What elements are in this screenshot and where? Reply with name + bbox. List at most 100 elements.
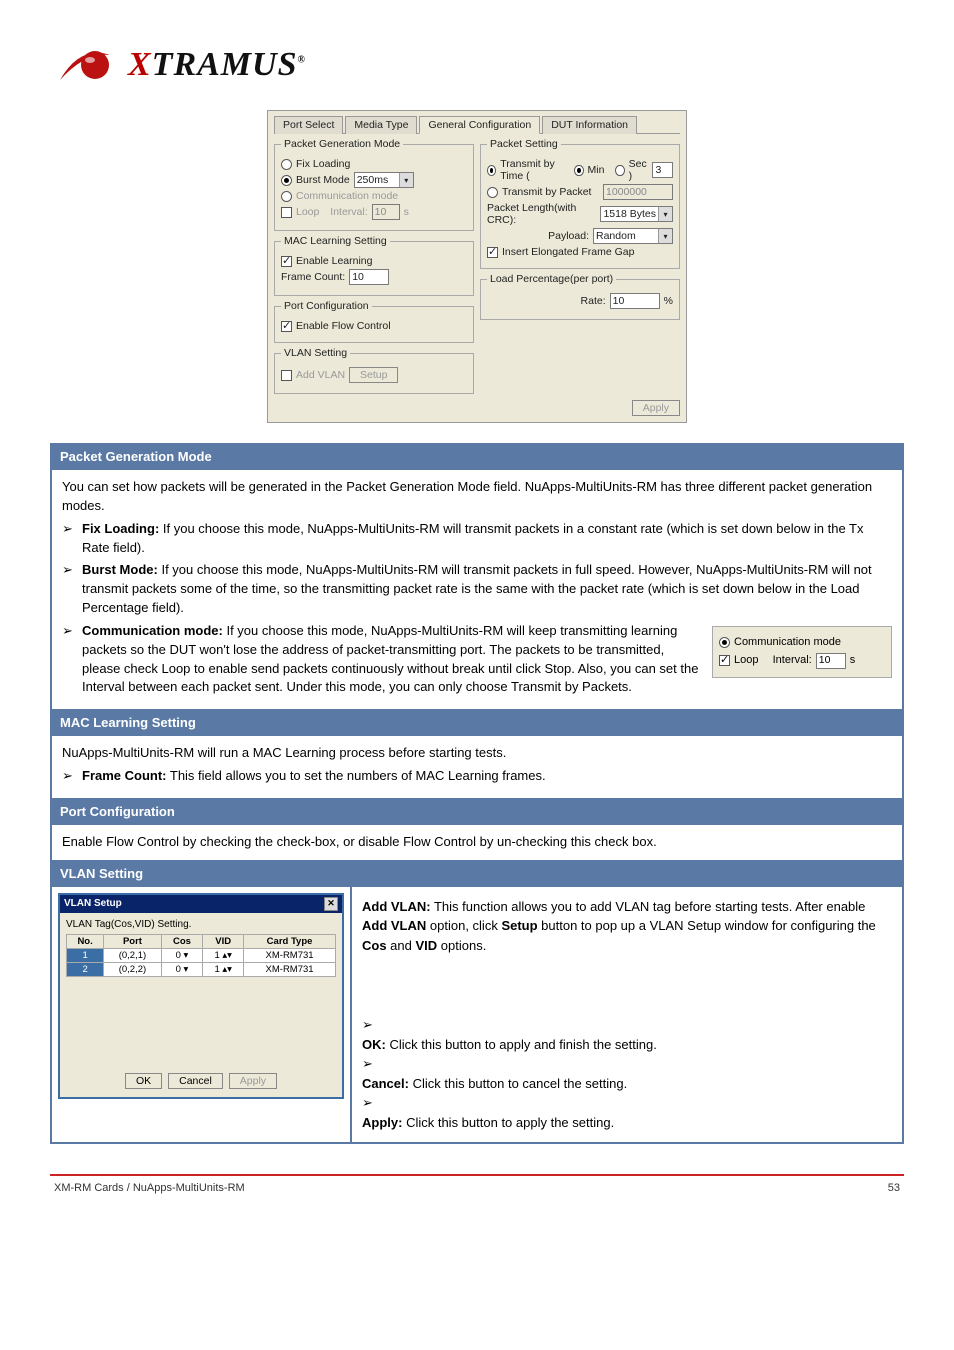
- check-loop[interactable]: [281, 207, 292, 218]
- legend-port-conf: Port Configuration: [281, 300, 372, 312]
- text-vlan-cancel: Cancel: Click this button to cancel the …: [362, 1074, 892, 1094]
- bullet-icon: ➢: [62, 767, 76, 786]
- close-icon[interactable]: ✕: [324, 897, 338, 911]
- check-loop-inline[interactable]: [719, 655, 730, 666]
- heading-portconf: Port Configuration: [52, 798, 902, 825]
- brand-name: XTRAMUS®: [128, 46, 306, 84]
- dropdown-payload[interactable]: Random▾: [593, 228, 673, 244]
- text-burst-mode: Burst Mode: If you choose this mode, NuA…: [82, 561, 892, 618]
- label-add-vlan: Add VLAN: [296, 369, 345, 381]
- vlan-table: No. Port Cos VID Card Type 1 (0,2,1): [66, 934, 336, 977]
- footer-divider: [50, 1174, 904, 1176]
- bullet-icon: ➢: [362, 1017, 373, 1032]
- check-insert-gap[interactable]: [487, 247, 498, 258]
- label-interval-inline: Interval:: [773, 653, 812, 669]
- text-frame-count: Frame Count: This field allows you to se…: [82, 767, 546, 786]
- check-enable-flow[interactable]: [281, 321, 292, 332]
- radio-fix-loading[interactable]: [281, 159, 292, 170]
- col-cos: Cos: [161, 934, 203, 948]
- check-add-vlan[interactable]: [281, 370, 292, 381]
- heading-pkt-gen: Packet Generation Mode: [52, 445, 902, 470]
- chevron-down-icon: ▾: [658, 207, 672, 221]
- table-row: 1 (0,2,1) 0 ▾ 1 ▴▾ XM-RM731: [67, 948, 336, 962]
- dropdown-burst-interval[interactable]: 250ms▾: [354, 172, 414, 188]
- radio-comm-mode-inline[interactable]: [719, 637, 730, 648]
- dropdown-pkt-len[interactable]: 1518 Bytes▾: [600, 206, 673, 222]
- label-comm-mode: Communication mode: [296, 190, 398, 202]
- legend-load-pct: Load Percentage(per port): [487, 273, 616, 285]
- input-tx-time[interactable]: 3: [652, 162, 673, 178]
- legend-pkt-setting: Packet Setting: [487, 138, 561, 150]
- bullet-icon: ➢: [62, 561, 76, 618]
- page-number: 53: [888, 1182, 900, 1194]
- label-payload: Payload:: [548, 230, 589, 242]
- bullet-icon: ➢: [362, 1056, 373, 1071]
- input-frame-count[interactable]: 10: [349, 269, 389, 285]
- group-mac-learning: MAC Learning Setting Enable Learning Fra…: [274, 235, 474, 296]
- label-interval-unit: s: [404, 206, 409, 218]
- group-packet-setting: Packet Setting Transmit by Time (Min Sec…: [480, 138, 680, 269]
- cell-cos[interactable]: 0 ▾: [161, 948, 203, 962]
- section-pkt-gen-mode: Packet Generation Mode You can set how p…: [50, 443, 904, 1144]
- text-mac-intro: NuApps-MultiUnits-RM will run a MAC Lear…: [62, 744, 892, 763]
- col-vid: VID: [203, 934, 244, 948]
- radio-tx-packet[interactable]: [487, 187, 498, 198]
- radio-sec[interactable]: [615, 165, 624, 176]
- input-tx-packet: 1000000: [603, 184, 673, 200]
- label-enable-flow: Enable Flow Control: [296, 320, 391, 332]
- cancel-button[interactable]: Cancel: [168, 1073, 223, 1089]
- apply-button-dialog[interactable]: Apply: [229, 1073, 277, 1089]
- tab-dut-info[interactable]: DUT Information: [542, 116, 637, 134]
- label-comm-mode-inline: Communication mode: [734, 635, 841, 651]
- dialog-title: VLAN Setup: [64, 898, 122, 909]
- label-pct: %: [664, 295, 673, 307]
- table-row: 2 (0,2,2) 0 ▾ 1 ▴▾ XM-RM731: [67, 962, 336, 976]
- inline-comm-mode-panel: Communication mode Loop Interval:10s: [712, 626, 892, 678]
- group-vlan-setting: VLAN Setting Add VLAN Setup: [274, 347, 474, 394]
- chevron-down-icon: ▾: [658, 229, 672, 243]
- setup-button[interactable]: Setup: [349, 367, 398, 383]
- text-comm-mode: Communication mode Loop Interval:10s Com…: [82, 622, 892, 697]
- label-tx-packet: Transmit by Packet: [502, 186, 591, 198]
- label-tx-time: Transmit by Time (: [500, 158, 570, 182]
- footer-left: XM-RM Cards / NuApps-MultiUnits-RM: [54, 1182, 245, 1194]
- text-fix-loading: Fix Loading: If you choose this mode, Nu…: [82, 520, 892, 558]
- tab-general-config[interactable]: General Configuration: [419, 116, 540, 134]
- apply-button[interactable]: Apply: [632, 400, 680, 416]
- tab-port-select[interactable]: Port Select: [274, 116, 343, 134]
- radio-comm-mode[interactable]: [281, 191, 292, 202]
- bullet-icon: ➢: [62, 622, 76, 697]
- radio-min[interactable]: [574, 165, 583, 176]
- text-vlan-intro: Add VLAN: This function allows you to ad…: [362, 897, 892, 956]
- label-burst-mode: Burst Mode: [296, 174, 350, 186]
- text-vlan-ok: OK: Click this button to apply and finis…: [362, 1035, 892, 1055]
- input-rate[interactable]: 10: [610, 293, 660, 309]
- label-interval: Interval:: [330, 206, 367, 218]
- heading-mac: MAC Learning Setting: [52, 709, 902, 736]
- cell-cos[interactable]: 0 ▾: [161, 962, 203, 976]
- vlan-setup-dialog: VLAN Setup✕ VLAN Tag(Cos,VID) Setting. N…: [58, 893, 344, 1099]
- cell-vid[interactable]: 1 ▴▾: [203, 948, 244, 962]
- label-interval-unit-inline: s: [850, 653, 856, 669]
- tab-media-type[interactable]: Media Type: [345, 116, 417, 134]
- col-no: No.: [67, 934, 104, 948]
- radio-tx-time[interactable]: [487, 165, 496, 176]
- input-interval-inline[interactable]: 10: [816, 653, 846, 669]
- legend-pkt-gen: Packet Generation Mode: [281, 138, 403, 150]
- label-pkt-len: Packet Length(with CRC):: [487, 202, 596, 226]
- text-portconf: Enable Flow Control by checking the chec…: [52, 825, 902, 860]
- brand-logo: XTRAMUS®: [50, 40, 904, 90]
- col-card: Card Type: [244, 934, 336, 948]
- check-enable-learning[interactable]: [281, 256, 292, 267]
- legend-mac: MAC Learning Setting: [281, 235, 390, 247]
- heading-vlan: VLAN Setting: [52, 860, 902, 887]
- input-interval: 10: [372, 204, 400, 220]
- label-enable-learning: Enable Learning: [296, 255, 372, 267]
- ok-button[interactable]: OK: [125, 1073, 162, 1089]
- label-loop-inline: Loop: [734, 653, 758, 669]
- chevron-down-icon: ▾: [399, 173, 413, 187]
- radio-burst-mode[interactable]: [281, 175, 292, 186]
- group-load-pct: Load Percentage(per port) Rate:10%: [480, 273, 680, 320]
- label-loop: Loop: [296, 206, 319, 218]
- cell-vid[interactable]: 1 ▴▾: [203, 962, 244, 976]
